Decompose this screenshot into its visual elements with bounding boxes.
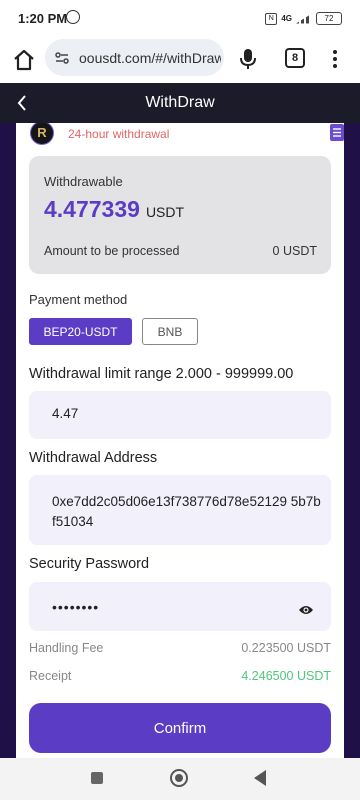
recent-apps-icon[interactable] <box>91 772 103 784</box>
handling-fee-value: 0.223500 USDT <box>241 641 331 655</box>
notice-row: R 24-hour withdrawal <box>30 123 344 147</box>
home-circle-icon[interactable] <box>170 769 188 787</box>
withdrawable-label: Withdrawable <box>44 174 123 189</box>
security-password-label: Security Password <box>29 556 150 572</box>
withdrawable-currency: USDT <box>145 204 185 220</box>
url-text: oousdt.com/#/withDraw <box>79 49 221 66</box>
site-settings-icon[interactable] <box>55 51 69 65</box>
status-bar: 1:20 PM N 4G 72 <box>0 0 360 38</box>
notice-text: 24-hour withdrawal <box>68 127 170 141</box>
network-type: 4G <box>281 14 292 23</box>
receipt-label: Receipt <box>29 669 72 683</box>
receipt-value: 4.246500 USDT <box>241 669 331 683</box>
payment-method-options: BEP20-USDT BNB <box>29 318 198 345</box>
withdrawal-limit-label: Withdrawal limit range 2.000 - 999999.00 <box>29 366 294 382</box>
page-title: WithDraw <box>145 94 215 111</box>
notification-icon: N <box>265 12 278 25</box>
system-nav-bar <box>0 758 360 800</box>
status-time: 1:20 PM <box>18 11 68 26</box>
home-icon[interactable] <box>12 48 36 72</box>
payment-option-bnb[interactable]: BNB <box>142 318 198 345</box>
payment-method-label: Payment method <box>29 292 128 307</box>
handling-fee-label: Handling Fee <box>29 641 104 655</box>
records-icon[interactable] <box>330 124 344 141</box>
withdrawable-value: 4.477339 <box>44 196 140 222</box>
signal-icon <box>296 13 312 24</box>
alarm-icon <box>66 10 80 24</box>
microphone-icon[interactable] <box>240 48 256 70</box>
battery-icon: 72 <box>316 12 342 25</box>
processing-label: Amount to be processed <box>44 244 180 258</box>
app-header: WithDraw <box>0 83 360 123</box>
amount-value: 4.47 <box>52 406 79 421</box>
brand-logo: R <box>30 123 54 145</box>
withdrawal-address-label: Withdrawal Address <box>29 450 158 466</box>
confirm-button[interactable]: Confirm <box>29 703 331 753</box>
more-options-icon[interactable] <box>333 49 337 69</box>
processing-value: 0 USDT <box>272 244 317 258</box>
address-value: 0xe7dd2c05d06e13f738776d78e52129 5b7bf51… <box>52 494 321 529</box>
back-triangle-icon[interactable] <box>254 770 266 786</box>
browser-toolbar: oousdt.com/#/withDraw 8 <box>0 38 360 83</box>
system-icons: N 4G 72 <box>265 12 342 25</box>
address-input[interactable]: 0xe7dd2c05d06e13f738776d78e52129 5b7bf51… <box>29 475 331 545</box>
amount-input[interactable]: 4.47 <box>29 391 331 439</box>
balance-panel: Withdrawable 4.477339 USDT Amount to be … <box>29 156 331 274</box>
password-value: •••••••• <box>52 599 100 615</box>
tab-switcher-button[interactable]: 8 <box>285 48 305 68</box>
address-bar[interactable]: oousdt.com/#/withDraw <box>45 39 224 76</box>
withdrawable-amount: 4.477339 USDT <box>44 196 184 223</box>
eye-icon[interactable] <box>298 604 314 616</box>
password-input[interactable]: •••••••• <box>29 582 331 631</box>
withdraw-form: R 24-hour withdrawal Withdrawable 4.4773… <box>16 123 344 758</box>
payment-option-bep20-usdt[interactable]: BEP20-USDT <box>29 318 132 345</box>
